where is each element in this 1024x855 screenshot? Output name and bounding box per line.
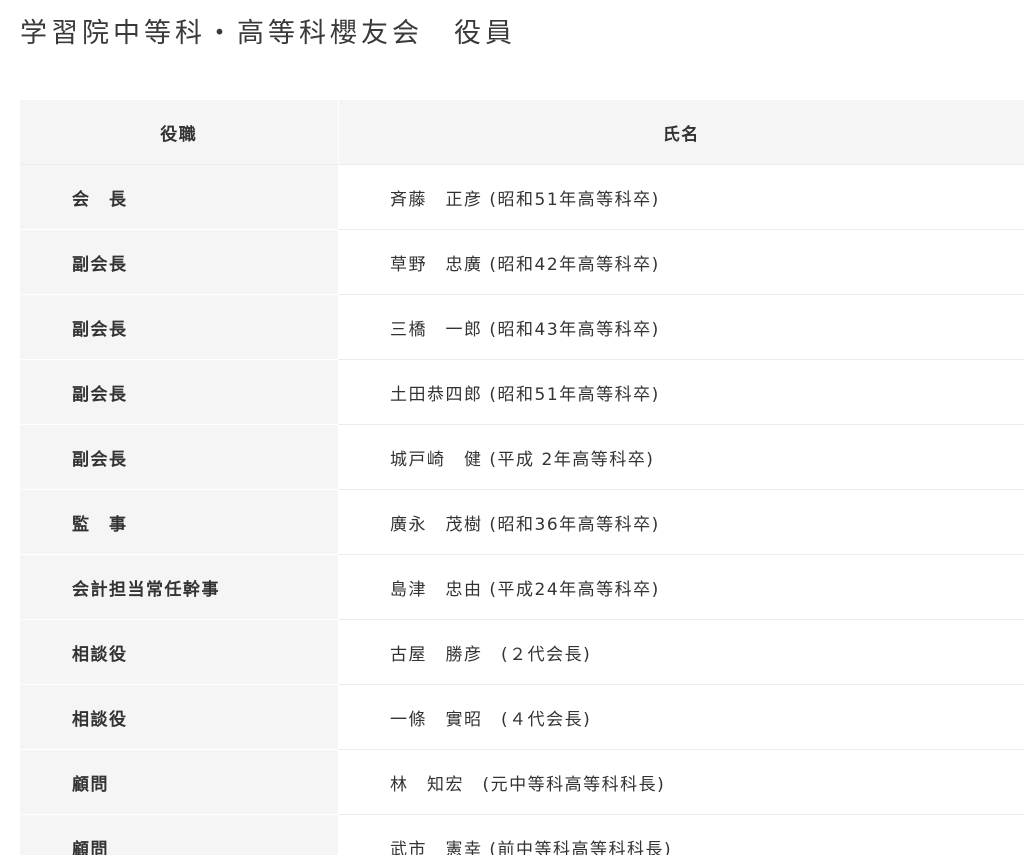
table-row: 副会長 草野 忠廣 (昭和42年高等科卒) <box>20 229 1024 295</box>
name-cell: 林 知宏 (元中等科高等科科長) <box>338 749 1024 815</box>
role-cell: 会計担当常任幹事 <box>20 554 338 620</box>
name-cell: 武市 憲幸 (前中等科高等科科長) <box>338 814 1024 855</box>
page-title: 学習院中等科・高等科櫻友会 役員 <box>20 18 516 49</box>
table-row: 副会長 三橋 一郎 (昭和43年高等科卒) <box>20 294 1024 360</box>
role-cell: 顧問 <box>20 814 338 855</box>
table-row: 会計担当常任幹事 島津 忠由 (平成24年高等科卒) <box>20 554 1024 620</box>
name-cell: 土田恭四郎 (昭和51年高等科卒) <box>338 359 1024 425</box>
role-cell: 副会長 <box>20 424 338 490</box>
role-cell: 顧問 <box>20 749 338 815</box>
column-header-name: 氏名 <box>338 100 1024 165</box>
table-header-row: 役職 氏名 <box>20 100 1024 165</box>
name-cell: 島津 忠由 (平成24年高等科卒) <box>338 554 1024 620</box>
role-cell: 副会長 <box>20 294 338 360</box>
name-cell: 草野 忠廣 (昭和42年高等科卒) <box>338 229 1024 295</box>
name-cell: 廣永 茂樹 (昭和36年高等科卒) <box>338 489 1024 555</box>
table-row: 相談役 古屋 勝彦 (２代会長) <box>20 619 1024 685</box>
name-cell: 古屋 勝彦 (２代会長) <box>338 619 1024 685</box>
name-cell: 斉藤 正彦 (昭和51年高等科卒) <box>338 164 1024 230</box>
name-cell: 三橋 一郎 (昭和43年高等科卒) <box>338 294 1024 360</box>
table-row: 顧問 林 知宏 (元中等科高等科科長) <box>20 749 1024 815</box>
table-row: 副会長 土田恭四郎 (昭和51年高等科卒) <box>20 359 1024 425</box>
name-cell: 一條 實昭 (４代会長) <box>338 684 1024 750</box>
table-row: 副会長 城戸崎 健 (平成 2年高等科卒) <box>20 424 1024 490</box>
role-cell: 副会長 <box>20 229 338 295</box>
role-cell: 副会長 <box>20 359 338 425</box>
table-row: 監 事 廣永 茂樹 (昭和36年高等科卒) <box>20 489 1024 555</box>
table-row: 会 長 斉藤 正彦 (昭和51年高等科卒) <box>20 164 1024 230</box>
role-cell: 監 事 <box>20 489 338 555</box>
officers-table: 役職 氏名 会 長 斉藤 正彦 (昭和51年高等科卒) 副会長 草野 忠廣 (昭… <box>20 100 1024 855</box>
name-cell: 城戸崎 健 (平成 2年高等科卒) <box>338 424 1024 490</box>
role-cell: 相談役 <box>20 684 338 750</box>
column-header-role: 役職 <box>20 100 339 165</box>
role-cell: 会 長 <box>20 164 338 230</box>
table-row: 相談役 一條 實昭 (４代会長) <box>20 684 1024 750</box>
role-cell: 相談役 <box>20 619 338 685</box>
table-row: 顧問 武市 憲幸 (前中等科高等科科長) <box>20 814 1024 855</box>
